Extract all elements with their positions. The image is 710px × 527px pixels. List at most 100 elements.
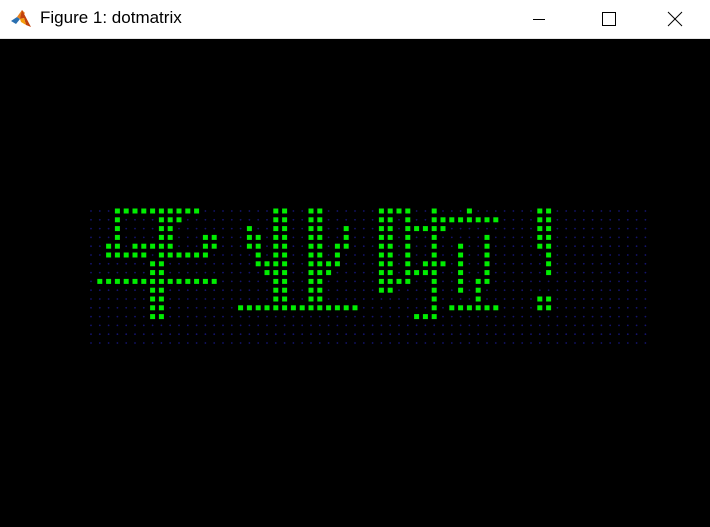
- led-dot-on: [264, 305, 270, 311]
- led-dot-on: [114, 278, 120, 284]
- led-dot-on: [308, 226, 314, 232]
- led-dot-off: [468, 333, 471, 336]
- led-dot-off: [582, 271, 585, 274]
- led-dot-off: [248, 210, 251, 212]
- led-dot-off: [512, 254, 515, 256]
- led-dot-on: [378, 287, 384, 293]
- led-dot-off: [116, 289, 119, 292]
- led-dot-off: [565, 271, 568, 274]
- led-dot-off: [230, 245, 233, 248]
- led-dot-off: [591, 254, 594, 256]
- led-dot-off: [468, 289, 471, 292]
- led-dot-off: [195, 315, 198, 318]
- led-dot-off: [266, 315, 268, 318]
- led-dot-on: [114, 234, 120, 240]
- led-dot-off: [442, 210, 444, 212]
- led-dot-on: [537, 305, 543, 311]
- led-dot-off: [134, 236, 136, 239]
- led-dot-off: [239, 227, 242, 230]
- led-dot-off: [389, 342, 392, 344]
- led-dot-off: [134, 333, 136, 336]
- led-dot-off: [609, 324, 612, 327]
- led-dot-off: [204, 227, 207, 230]
- led-dot-off: [107, 227, 110, 230]
- led-dot-off: [142, 315, 145, 318]
- led-dot-off: [398, 333, 400, 336]
- led-dot-off: [424, 306, 427, 309]
- led-dot-off: [582, 254, 585, 256]
- led-dot-off: [556, 254, 559, 256]
- led-dot-off: [424, 236, 427, 239]
- led-dot-off: [266, 280, 268, 283]
- led-dot-on: [317, 287, 323, 293]
- led-dot-on: [387, 278, 393, 284]
- led-dot-on: [546, 252, 552, 258]
- led-dot-off: [503, 315, 506, 318]
- led-dot-off: [521, 306, 524, 309]
- led-dot-on: [458, 287, 464, 293]
- led-dot-off: [292, 324, 295, 327]
- led-dot-on: [132, 252, 138, 258]
- led-dot-off: [494, 324, 497, 327]
- led-dot-on: [273, 226, 279, 232]
- led-dot-off: [327, 227, 330, 230]
- figure-canvas[interactable]: [0, 39, 710, 527]
- led-dot-off: [618, 333, 620, 336]
- led-dot-off: [494, 262, 497, 265]
- led-dot-off: [582, 280, 585, 283]
- led-dot-off: [239, 210, 242, 212]
- close-button[interactable]: [640, 0, 710, 38]
- led-dot-on: [132, 278, 138, 284]
- led-dot-off: [283, 324, 286, 327]
- led-dot-off: [169, 289, 172, 292]
- led-dot-off: [530, 245, 532, 248]
- led-dot-off: [222, 262, 224, 265]
- led-dot-off: [222, 236, 224, 239]
- led-dot-off: [371, 254, 374, 256]
- led-dot-off: [609, 315, 612, 318]
- led-dot-off: [142, 306, 145, 309]
- led-dot-off: [371, 236, 374, 239]
- led-dot-off: [618, 306, 620, 309]
- led-dot-off: [574, 262, 576, 265]
- led-dot-off: [266, 245, 268, 248]
- led-dot-off: [301, 289, 304, 292]
- led-dot-off: [644, 306, 647, 309]
- led-dot-on: [282, 226, 288, 232]
- title-bar[interactable]: Figure 1: dotmatrix: [0, 0, 710, 39]
- led-dot-off: [512, 210, 515, 212]
- matlab-logo-icon: [10, 7, 32, 29]
- led-dot-off: [530, 262, 532, 265]
- led-dot-off: [538, 315, 541, 318]
- led-dot-off: [345, 280, 348, 283]
- led-dot-off: [186, 245, 189, 248]
- led-dot-off: [213, 306, 216, 309]
- led-dot-off: [354, 236, 356, 239]
- led-dot-off: [292, 342, 295, 344]
- led-dot-off: [459, 324, 462, 327]
- led-dot-off: [204, 218, 207, 221]
- led-dot-off: [354, 218, 356, 221]
- led-dot-off: [336, 342, 339, 344]
- led-dot-off: [195, 236, 198, 239]
- led-dot-off: [644, 342, 647, 344]
- led-dot-off: [310, 342, 312, 344]
- led-dot-off: [125, 245, 128, 248]
- led-dot-on: [343, 305, 349, 311]
- led-dot-off: [142, 271, 145, 274]
- minimize-button[interactable]: [504, 0, 574, 38]
- led-dot-off: [257, 333, 260, 336]
- led-dot-off: [151, 324, 154, 327]
- maximize-button[interactable]: [574, 0, 644, 38]
- led-dot-off: [248, 315, 251, 318]
- led-dot-off: [292, 236, 295, 239]
- led-dot-off: [107, 289, 110, 292]
- led-dot-off: [186, 262, 189, 265]
- led-dot-off: [486, 227, 488, 230]
- led-dot-on: [378, 252, 384, 258]
- led-dot-off: [107, 315, 110, 318]
- led-dot-off: [635, 280, 638, 283]
- led-dot-off: [292, 227, 295, 230]
- led-dot-on: [185, 252, 191, 258]
- led-dot-off: [600, 306, 603, 309]
